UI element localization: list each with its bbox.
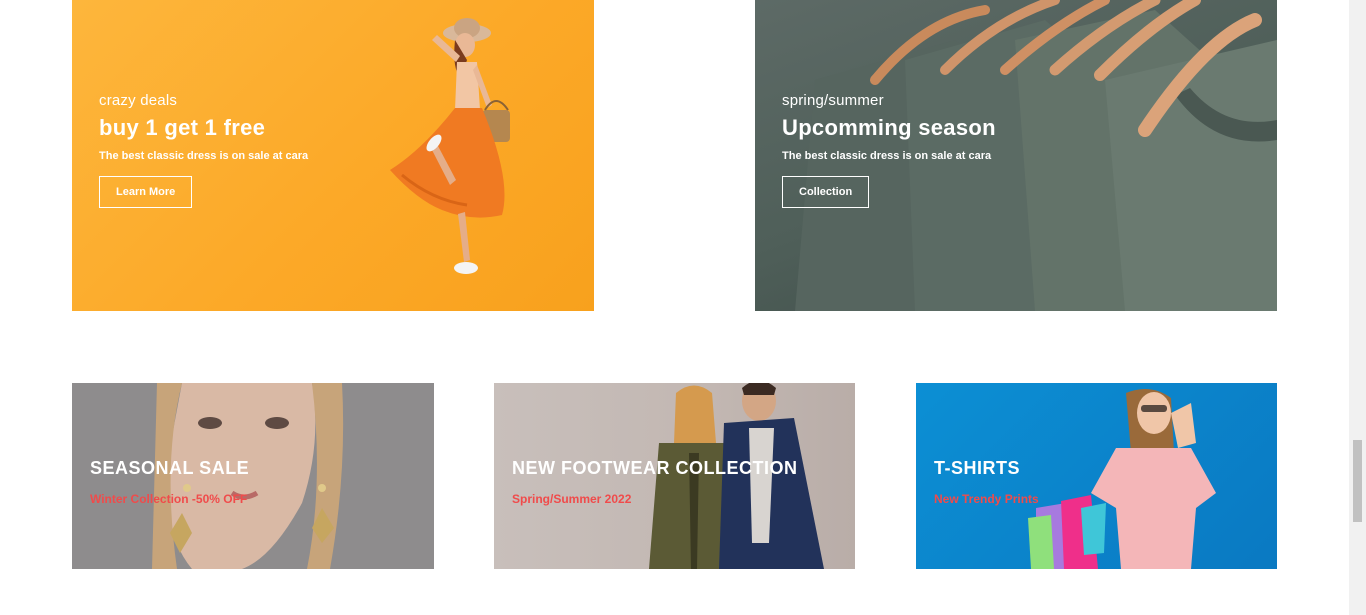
banner-upcoming-season: spring/summer Upcomming season The best … (755, 0, 1277, 311)
banner-title: SEASONAL SALE (90, 458, 250, 478)
banner-text-group: spring/summer Upcomming season The best … (782, 92, 996, 208)
banner-description: The best classic dress is on sale at car… (782, 150, 992, 162)
banner-title: NEW FOOTWEAR COLLECTION (512, 458, 798, 478)
scrollbar-thumb[interactable] (1353, 440, 1362, 522)
banner-description: The best classic dress is on sale at car… (99, 150, 309, 162)
banner-title: T-SHIRTS (934, 458, 1021, 478)
banner-text-group: crazy deals buy 1 get 1 free The best cl… (99, 92, 308, 208)
banner-subtitle: New Trendy Prints (934, 492, 1039, 506)
banner-subtitle: crazy deals (99, 92, 178, 109)
banner-text-group: NEW FOOTWEAR COLLECTION Spring/Summer 20… (512, 458, 797, 506)
banner-subtitle: Winter Collection -50% OFF (90, 492, 248, 506)
banner-text-group: T-SHIRTS New Trendy Prints (934, 458, 1039, 506)
learn-more-button[interactable]: Learn More (99, 176, 193, 208)
banner-tshirts: T-SHIRTS New Trendy Prints (916, 383, 1277, 569)
banner-subtitle: spring/summer (782, 92, 884, 109)
banner-text-group: SEASONAL SALE Winter Collection -50% OFF (90, 458, 249, 506)
banner-crazy-deals: crazy deals buy 1 get 1 free The best cl… (72, 0, 594, 311)
vertical-scrollbar[interactable] (1349, 0, 1366, 615)
banner-subtitle: Spring/Summer 2022 (512, 492, 632, 506)
banner-title: Upcomming season (782, 115, 996, 140)
banner-title: buy 1 get 1 free (99, 115, 266, 140)
banner-new-footwear: NEW FOOTWEAR COLLECTION Spring/Summer 20… (494, 383, 855, 569)
collection-button[interactable]: Collection (782, 176, 870, 208)
banner-seasonal-sale: SEASONAL SALE Winter Collection -50% OFF (72, 383, 434, 569)
